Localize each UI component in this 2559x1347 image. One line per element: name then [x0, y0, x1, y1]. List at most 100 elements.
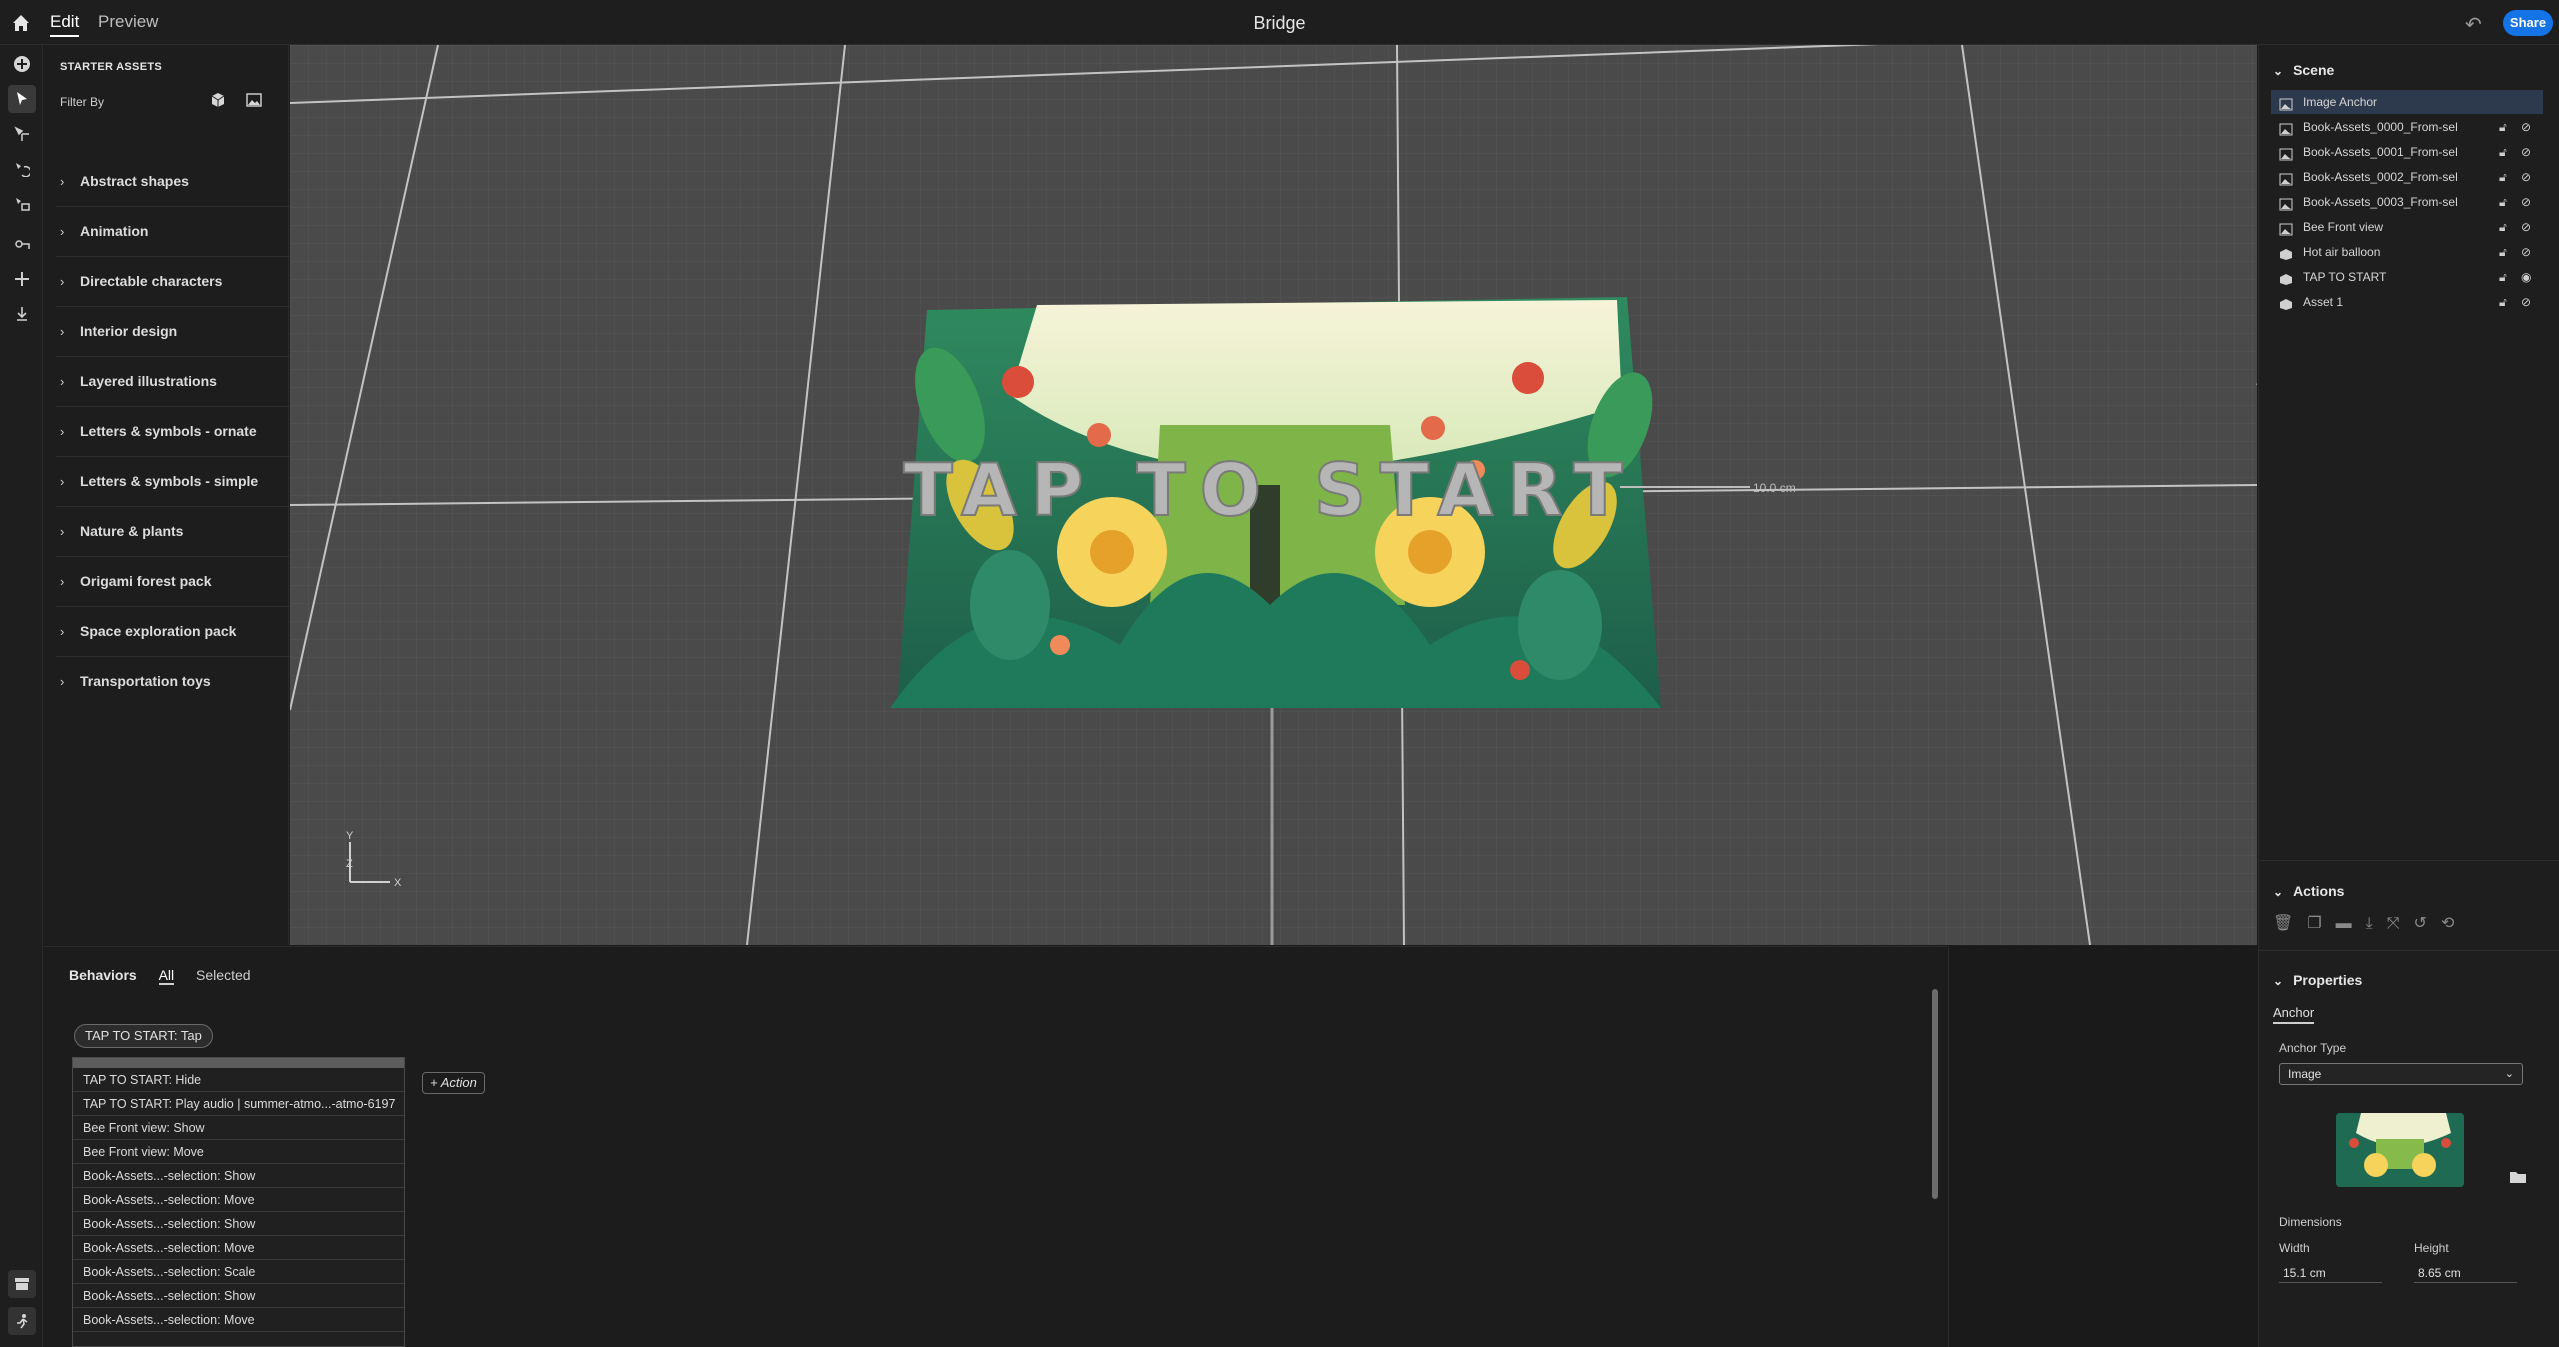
- move-tool-icon[interactable]: [8, 120, 36, 148]
- lock-icon[interactable]: 🔓︎: [2499, 140, 2507, 164]
- tab-all[interactable]: All: [158, 967, 175, 985]
- action-item[interactable]: Book-Assets...-selection: Move: [73, 1236, 404, 1260]
- category-space-exploration[interactable]: › Space exploration pack: [56, 607, 290, 657]
- eye-hidden-icon[interactable]: ⊘: [2521, 165, 2531, 189]
- lock-icon[interactable]: 🔓︎: [2499, 165, 2507, 189]
- image-icon: [2279, 120, 2293, 136]
- lock-icon[interactable]: 🔓︎: [2499, 115, 2507, 139]
- 3d-viewport[interactable]: TAP TO START 10.0 cm Y X Z: [290, 45, 2257, 945]
- fit-icon[interactable]: ⤧: [2387, 915, 2414, 932]
- select-tool-icon[interactable]: [8, 85, 36, 113]
- width-field[interactable]: 15.1 cm: [2279, 1263, 2382, 1283]
- eye-hidden-icon[interactable]: ⊘: [2521, 240, 2531, 264]
- behaviors-icon[interactable]: [8, 1307, 36, 1335]
- action-item[interactable]: Book-Assets...-selection: Show: [73, 1284, 404, 1308]
- eye-hidden-icon[interactable]: ⊘: [2521, 215, 2531, 239]
- action-item[interactable]: Book-Assets...-selection: Scale: [73, 1260, 404, 1284]
- lock-icon[interactable]: 🔓︎: [2499, 265, 2507, 289]
- scale-tool-icon[interactable]: [8, 190, 36, 218]
- drag-handle[interactable]: [73, 1058, 404, 1068]
- action-item[interactable]: Book-Assets...-selection: Move: [73, 1188, 404, 1212]
- eye-hidden-icon[interactable]: ⊘: [2521, 290, 2531, 314]
- scene-item[interactable]: Bee Front view 🔓︎ ⊘: [2271, 215, 2543, 239]
- properties-section-header[interactable]: ⌄ Properties: [2273, 972, 2362, 988]
- scene-item-image-anchor[interactable]: Image Anchor: [2271, 90, 2543, 114]
- library-icon[interactable]: [8, 1270, 36, 1298]
- action-item[interactable]: TAP TO START: Hide: [73, 1068, 404, 1092]
- cube-icon: [2279, 295, 2293, 310]
- behaviors-panel: Behaviors All Selected TAP TO START: Tap…: [44, 946, 1947, 1347]
- action-item[interactable]: Bee Front view: Move: [73, 1140, 404, 1164]
- category-interior-design[interactable]: › Interior design: [56, 307, 290, 357]
- transform-icon[interactable]: ⟲: [2441, 915, 2468, 932]
- eye-hidden-icon[interactable]: ⊘: [2521, 140, 2531, 164]
- lock-icon[interactable]: 🔓︎: [2499, 190, 2507, 214]
- cube-icon: [2279, 245, 2293, 260]
- scene-item[interactable]: Asset 1 🔓︎ ⊘: [2271, 290, 2543, 314]
- top-bar: Edit Preview Bridge ↶ Share: [0, 0, 2559, 45]
- chevron-right-icon: ›: [60, 224, 65, 239]
- scene-item[interactable]: Hot air balloon 🔓︎ ⊘: [2271, 240, 2543, 264]
- group-icon[interactable]: ▬: [2336, 915, 2366, 932]
- scene-item[interactable]: Book-Assets_0002_From-selection 🔓︎⊘: [2271, 165, 2543, 189]
- chevron-right-icon: ›: [60, 274, 65, 289]
- category-animation[interactable]: › Animation: [56, 207, 290, 257]
- behaviors-scrollbar[interactable]: [1932, 989, 1938, 1199]
- share-button[interactable]: Share: [2503, 10, 2553, 36]
- category-letters-ornate[interactable]: › Letters & symbols - ornate: [56, 407, 290, 457]
- scene-item[interactable]: Book-Assets_0001_From-selection 🔓︎⊘: [2271, 140, 2543, 164]
- 3d-filter-icon[interactable]: [209, 91, 227, 109]
- scene-item[interactable]: Book-Assets_0000_From-selection 🔓︎⊘: [2271, 115, 2543, 139]
- starter-assets-panel: STARTER ASSETS Filter By › Abstract shape…: [44, 45, 290, 945]
- action-item[interactable]: Bee Front view: Show: [73, 1116, 404, 1140]
- eye-hidden-icon[interactable]: ⊘: [2521, 115, 2531, 139]
- scene-item[interactable]: Book-Assets_0003_From-selection 🔓︎⊘: [2271, 190, 2543, 214]
- rotate-tool-icon[interactable]: [8, 155, 36, 183]
- tap-to-start-3d-text[interactable]: TAP TO START: [903, 447, 1637, 533]
- anchor-type-select[interactable]: Image ⌄: [2279, 1063, 2523, 1085]
- lock-icon[interactable]: 🔓︎: [2499, 290, 2507, 314]
- action-item[interactable]: Book-Assets...-selection: Show: [73, 1212, 404, 1236]
- image-filter-icon[interactable]: [245, 91, 263, 109]
- download-icon[interactable]: ⤓: [2366, 915, 2387, 932]
- action-list: TAP TO START: Hide TAP TO START: Play au…: [72, 1057, 405, 1347]
- chevron-right-icon: ›: [60, 674, 65, 689]
- link-tool-icon[interactable]: [8, 230, 36, 258]
- tab-anchor[interactable]: Anchor: [2273, 1005, 2315, 1024]
- category-layered-illustrations[interactable]: › Layered illustrations: [56, 357, 290, 407]
- chevron-right-icon: ›: [60, 174, 65, 189]
- category-letters-simple[interactable]: › Letters & symbols - simple: [56, 457, 290, 507]
- lock-icon[interactable]: 🔓︎: [2499, 240, 2507, 264]
- delete-icon[interactable]: 🗑︎: [2273, 915, 2307, 932]
- add-icon[interactable]: [8, 50, 36, 78]
- category-transportation-toys[interactable]: › Transportation toys: [56, 657, 290, 707]
- chevron-right-icon: ›: [60, 474, 65, 489]
- height-field[interactable]: 8.65 cm: [2414, 1263, 2517, 1283]
- eye-hidden-icon[interactable]: ⊘: [2521, 190, 2531, 214]
- category-directable-characters[interactable]: › Directable characters: [56, 257, 290, 307]
- action-item[interactable]: TAP TO START: Play audio | summer-atmo..…: [73, 1092, 404, 1116]
- reset-icon[interactable]: ↺: [2414, 915, 2441, 932]
- add-action-button[interactable]: + Action: [422, 1072, 485, 1094]
- actions-section-header[interactable]: ⌄ Actions: [2273, 883, 2344, 899]
- chevron-right-icon: ›: [60, 374, 65, 389]
- trigger-pill[interactable]: TAP TO START: Tap: [74, 1024, 213, 1048]
- category-nature-plants[interactable]: › Nature & plants: [56, 507, 290, 557]
- category-abstract-shapes[interactable]: › Abstract shapes: [56, 157, 290, 207]
- viewport-canvas[interactable]: TAP TO START 10.0 cm Y X Z: [290, 45, 2257, 945]
- scene-section-header[interactable]: ⌄ Scene: [2273, 62, 2334, 78]
- eye-icon[interactable]: ◉: [2521, 265, 2531, 289]
- place-tool-icon[interactable]: [8, 300, 36, 328]
- image-icon: [2279, 195, 2293, 211]
- lock-icon[interactable]: 🔓︎: [2499, 215, 2507, 239]
- action-item[interactable]: Book-Assets...-selection: Show: [73, 1164, 404, 1188]
- action-item[interactable]: Book-Assets...-selection: Move: [73, 1308, 404, 1332]
- empty-panel: [1948, 946, 2258, 1347]
- scene-item[interactable]: TAP TO START 🔓︎ ◉: [2271, 265, 2543, 289]
- undo-icon[interactable]: ↶: [2465, 12, 2482, 37]
- tab-selected[interactable]: Selected: [196, 967, 250, 983]
- duplicate-icon[interactable]: ❐: [2307, 915, 2335, 932]
- transform-tool-icon[interactable]: [8, 265, 36, 293]
- folder-icon[interactable]: [2509, 1170, 2527, 1184]
- category-origami-forest[interactable]: › Origami forest pack: [56, 557, 290, 607]
